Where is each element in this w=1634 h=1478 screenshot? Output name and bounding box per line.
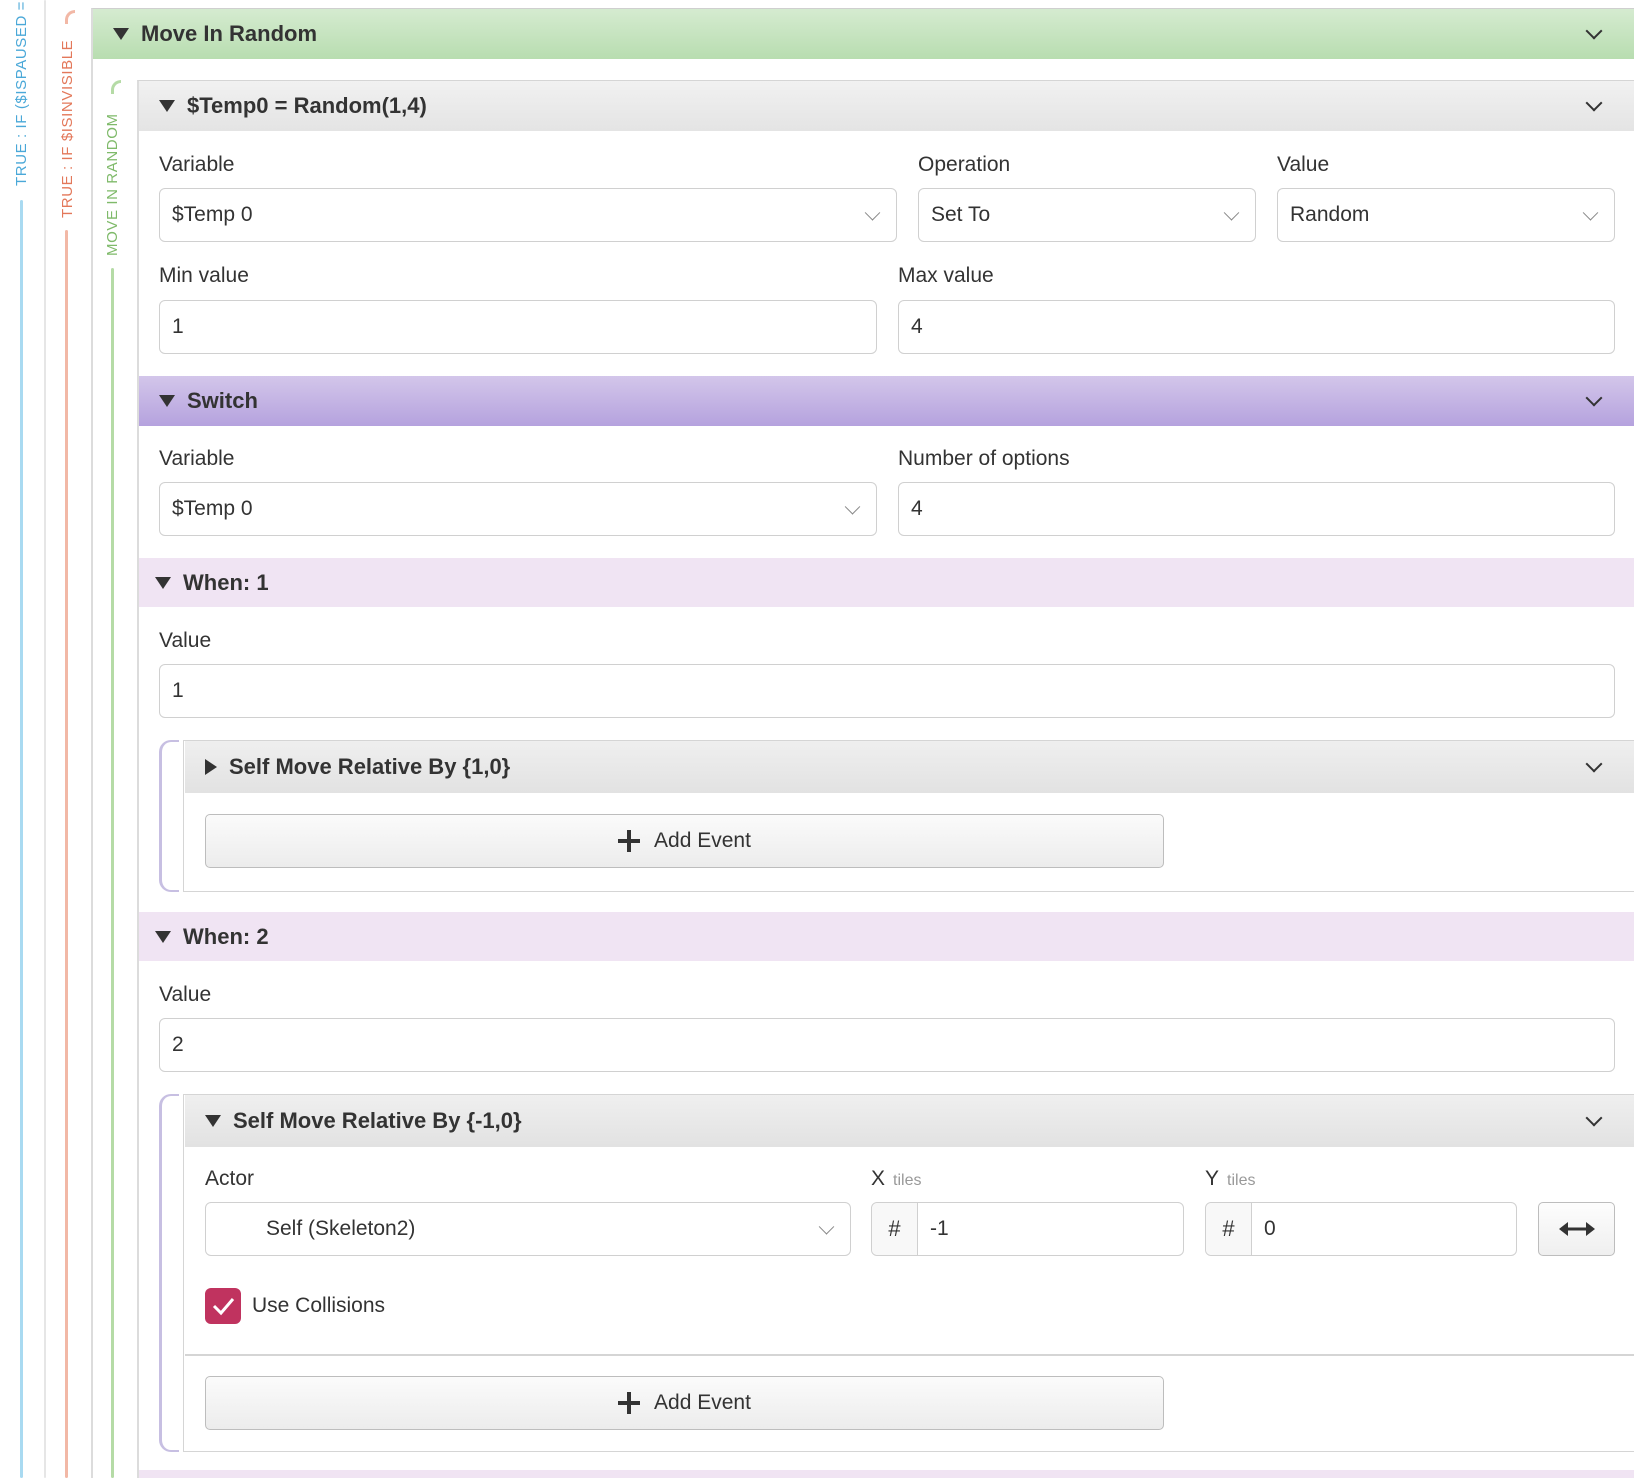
temp-event-header[interactable]: $Temp0 = Random(1,4)	[139, 81, 1634, 131]
collapse-triangle-icon[interactable]	[155, 930, 171, 943]
temp-event-title: $Temp0 = Random(1,4)	[187, 93, 427, 118]
min-value-text: 1	[172, 315, 184, 338]
move-event-2-header[interactable]: Self Move Relative By {-1,0}	[185, 1095, 1634, 1147]
nest-line-paused	[20, 200, 23, 1478]
when-1-branch-bracket	[159, 740, 179, 892]
max-value-input[interactable]: 4	[898, 300, 1615, 354]
number-hash-icon: #	[872, 1203, 918, 1255]
actor-label: Actor	[205, 1167, 255, 1190]
value-type-value: Random	[1290, 203, 1370, 226]
min-value-label: Min value	[159, 264, 249, 287]
chevron-down-icon[interactable]	[1585, 22, 1603, 40]
actor-select[interactable]: Self (Skeleton2)	[205, 1202, 851, 1256]
expand-triangle-icon[interactable]	[205, 759, 217, 775]
collapse-triangle-icon[interactable]	[159, 395, 175, 407]
chevron-down-icon	[864, 205, 881, 221]
switch-title: Switch	[187, 388, 258, 413]
options-input[interactable]: 4	[898, 482, 1615, 536]
y-label: Ytiles	[1205, 1167, 1255, 1191]
when-2-title: When: 2	[183, 923, 269, 949]
add-event-label: Add Event	[654, 1391, 751, 1414]
switch-header[interactable]: Switch	[139, 376, 1634, 426]
event-divider	[185, 1354, 1634, 1356]
add-event-label: Add Event	[654, 829, 751, 852]
options-value: 4	[911, 497, 923, 520]
when-1-header[interactable]: When: 1	[139, 558, 1634, 607]
value-type-label: Value	[1277, 153, 1330, 176]
max-value-text: 4	[911, 315, 923, 338]
plus-icon	[618, 1392, 641, 1414]
when-1-value-input[interactable]: 1	[159, 664, 1615, 718]
x-unit-text: tiles	[893, 1172, 922, 1189]
collapse-triangle-icon[interactable]	[113, 28, 129, 40]
options-label: Number of options	[898, 447, 1070, 470]
when-1-value: 1	[172, 679, 184, 702]
switch-variable-select[interactable]: $Temp 0	[159, 482, 877, 536]
when-2-value: 2	[172, 1033, 184, 1056]
horizontal-arrows-icon	[1558, 1222, 1595, 1236]
divider-line	[44, 0, 46, 1478]
checkmark-icon	[212, 1298, 235, 1316]
x-label-text: X	[871, 1167, 886, 1190]
temp-variable-select[interactable]: $Temp 0	[159, 188, 897, 242]
use-collisions-checkbox[interactable]	[205, 1288, 241, 1324]
collapse-triangle-icon[interactable]	[159, 100, 175, 112]
chevron-down-icon[interactable]	[1585, 755, 1603, 773]
switch-variable-value: $Temp 0	[172, 497, 253, 520]
switch-variable-label: Variable	[159, 447, 235, 470]
nest-line-invisible	[65, 230, 68, 1478]
add-event-button-2[interactable]: Add Event	[205, 1376, 1164, 1430]
y-input[interactable]: # 0	[1205, 1202, 1517, 1256]
chevron-down-icon[interactable]	[1585, 94, 1603, 112]
chevron-down-icon	[844, 499, 861, 515]
move-event-2-title: Self Move Relative By {-1,0}	[233, 1108, 522, 1133]
operation-label: Operation	[918, 153, 1011, 176]
when-1-value-label: Value	[159, 629, 212, 652]
y-label-text: Y	[1205, 1167, 1220, 1190]
group-header[interactable]: Move In Random	[93, 9, 1634, 59]
swap-direction-button[interactable]	[1538, 1202, 1615, 1256]
max-value-label: Max value	[898, 264, 994, 287]
chevron-down-icon	[818, 1219, 835, 1235]
next-when-strip	[139, 1470, 1634, 1478]
y-unit-text: tiles	[1227, 1172, 1256, 1189]
x-label: Xtiles	[871, 1167, 921, 1191]
temp-variable-value: $Temp 0	[172, 203, 253, 226]
actor-value: Self (Skeleton2)	[266, 1217, 416, 1240]
use-collisions-label: Use Collisions	[252, 1294, 386, 1317]
chevron-down-icon[interactable]	[1585, 1109, 1603, 1127]
collapse-triangle-icon[interactable]	[205, 1115, 221, 1127]
collapse-triangle-icon[interactable]	[155, 576, 171, 589]
value-type-select[interactable]: Random	[1277, 188, 1615, 242]
nest-label-paused: TRUE : IF ($ISPAUSED =	[13, 0, 30, 186]
plus-icon	[618, 830, 641, 852]
operation-value: Set To	[931, 203, 991, 226]
x-input[interactable]: # -1	[871, 1202, 1184, 1256]
add-event-button-1[interactable]: Add Event	[205, 814, 1164, 868]
when-2-value-input[interactable]: 2	[159, 1018, 1615, 1072]
when-2-value-label: Value	[159, 983, 212, 1006]
chevron-down-icon	[1223, 205, 1240, 221]
x-value: -1	[930, 1217, 949, 1240]
temp-variable-label: Variable	[159, 153, 235, 176]
group-title: Move In Random	[141, 21, 318, 46]
move-event-1-title: Self Move Relative By {1,0}	[229, 754, 511, 779]
y-value: 0	[1264, 1217, 1276, 1240]
nest-label-invisible: TRUE : IF $ISINVISIBLE	[59, 39, 76, 218]
chevron-down-icon[interactable]	[1585, 389, 1603, 407]
move-event-1-header[interactable]: Self Move Relative By {1,0}	[185, 741, 1634, 793]
min-value-input[interactable]: 1	[159, 300, 877, 354]
when-1-title: When: 1	[183, 569, 269, 595]
number-hash-icon: #	[1206, 1203, 1252, 1255]
nest-curve-invisible	[65, 10, 75, 24]
chevron-down-icon	[1582, 205, 1599, 221]
operation-select[interactable]: Set To	[918, 188, 1256, 242]
when-2-branch-bracket	[159, 1094, 179, 1452]
when-2-header[interactable]: When: 2	[139, 912, 1634, 961]
